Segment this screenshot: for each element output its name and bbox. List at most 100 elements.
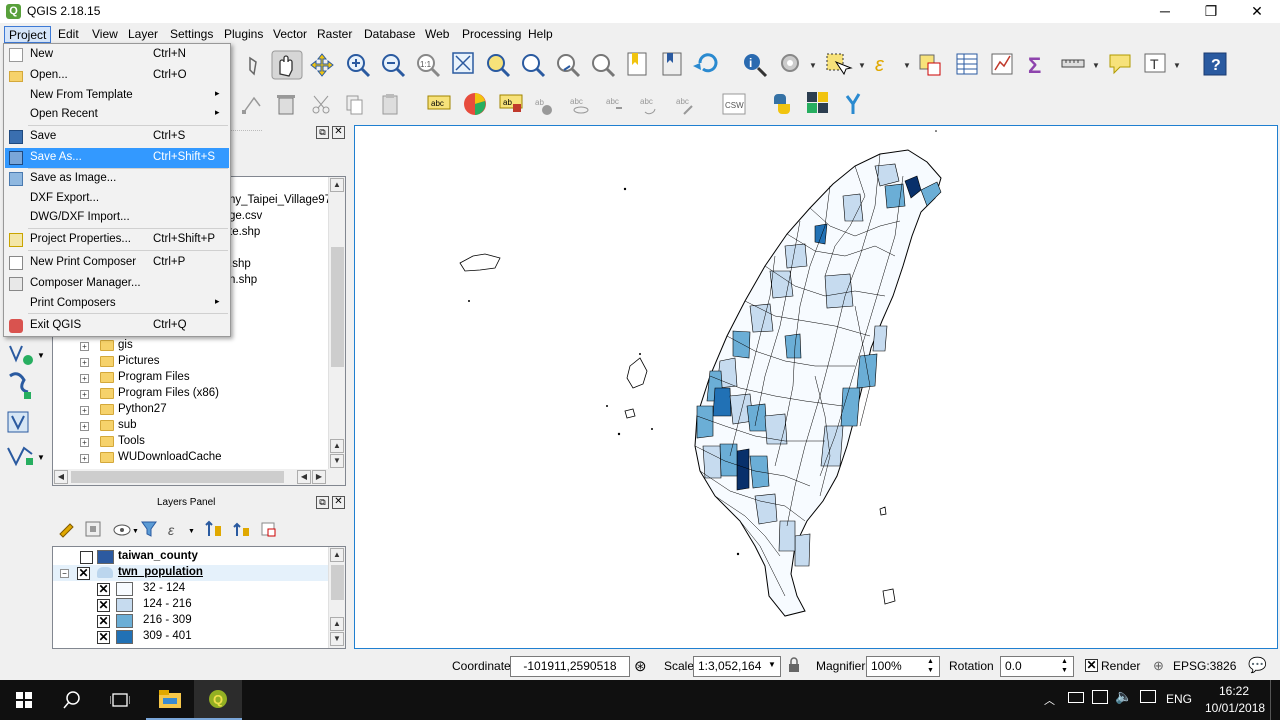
volume-icon[interactable]: 🔈 [1115,688,1132,705]
scroll-up-button[interactable]: ▲ [330,439,344,453]
class-visibility-checkbox[interactable]: ✕ [97,599,110,612]
expand-icon[interactable]: + [80,390,89,399]
legend-class-row[interactable]: ✕ 216 - 309 [53,613,328,629]
browser-file[interactable]: n.shp [229,274,257,290]
network-icon[interactable] [1092,690,1108,704]
menu-help[interactable]: Help [524,26,557,43]
float-panel-button[interactable]: ⧉ [316,496,329,509]
menu-item-save-as[interactable]: Save As... Ctrl+Shift+S [5,148,229,168]
browser-folder-row[interactable]: + gis [53,338,323,354]
float-panel-button[interactable]: ⧉ [316,126,329,139]
browser-folder-row[interactable]: + Python27 [53,402,323,418]
action-center-icon[interactable] [1140,690,1156,703]
browser-folder-row[interactable]: + Program Files [53,370,323,386]
coordinate-field[interactable]: -101911,2590518 [510,656,630,677]
layer-visibility-checkbox[interactable]: ✕ [77,567,90,580]
dropdown-arrow-icon[interactable]: ▼ [768,660,776,669]
messages-icon[interactable]: 💬 [1248,656,1267,674]
menu-raster[interactable]: Raster [313,26,356,43]
menu-processing[interactable]: Processing [458,26,525,43]
browser-folder-row[interactable]: + Tools [53,434,323,450]
menu-vector[interactable]: Vector [269,26,311,43]
crs-status[interactable]: EPSG:3826 [1173,659,1236,673]
browser-folder-row[interactable]: + Pictures [53,354,323,370]
expand-icon[interactable]: + [80,406,89,415]
menu-item-new[interactable]: New Ctrl+N [5,45,229,65]
browser-hscrollbar[interactable]: ◀ ◀ ▶ [53,469,345,485]
spin-arrows-icon[interactable]: ▲ ▼ [927,657,934,675]
menu-project[interactable]: Project [4,26,52,43]
scroll-up-button[interactable]: ▲ [330,178,344,192]
scale-combobox[interactable]: 1:3,052,164 ▼ [693,656,781,677]
collapse-icon[interactable]: − [60,569,69,578]
scroll-down-button[interactable]: ▼ [330,632,344,646]
show-desktop-button[interactable] [1270,680,1280,720]
browser-file[interactable]: .shp [229,258,251,274]
language-indicator[interactable]: ENG [1166,692,1192,706]
file-explorer-icon[interactable] [146,680,194,720]
menu-web[interactable]: Web [421,26,453,43]
menu-item-save[interactable]: Save Ctrl+S [5,127,229,147]
menu-item-open-recent[interactable]: Open Recent ▸ [5,105,229,125]
expand-icon[interactable]: + [80,358,89,367]
browser-file[interactable]: ny_Taipei_Village97.sl [229,194,343,210]
menu-layer[interactable]: Layer [124,26,162,43]
menu-edit[interactable]: Edit [54,26,83,43]
browser-folder-row[interactable]: + sub [53,418,323,434]
battery-icon[interactable] [1068,692,1084,703]
expand-icon[interactable]: + [80,342,89,351]
taiwan-choropleth-map[interactable] [355,126,1277,648]
expand-icon[interactable]: + [80,454,89,463]
qgis-taskbar-icon[interactable]: Q [194,680,242,720]
class-visibility-checkbox[interactable]: ✕ [97,631,110,644]
lock-scale-icon[interactable] [788,657,800,673]
scroll-thumb[interactable] [331,565,344,600]
menu-settings[interactable]: Settings [166,26,217,43]
scroll-down-button[interactable]: ▼ [330,454,344,468]
minimize-button[interactable]: ─ [1142,0,1188,23]
search-icon[interactable] [48,680,96,720]
class-visibility-checkbox[interactable]: ✕ [97,583,110,596]
task-view-icon[interactable] [96,680,144,720]
magnifier-spinbox[interactable]: 100% ▲ ▼ [866,656,940,677]
browser-folder-row[interactable]: + Program Files (x86) [53,386,323,402]
browser-vscrollbar[interactable]: ▲ ▲ ▼ [328,177,345,469]
menu-database[interactable]: Database [360,26,419,43]
menu-item-dxf-export[interactable]: DXF Export... [5,189,229,209]
browser-file[interactable]: te.shp [229,226,260,242]
menu-item-composer-manager[interactable]: Composer Manager... [5,274,229,294]
map-canvas[interactable] [354,125,1278,649]
show-hidden-icons[interactable]: ︿ [1044,692,1055,708]
menu-item-open[interactable]: Open... Ctrl+O [5,66,229,86]
layer-row[interactable]: taiwan_county [53,549,328,565]
browser-folder-row[interactable]: + WUDownloadCache [53,450,323,466]
scroll-up-button[interactable]: ▲ [330,548,344,562]
spin-arrows-icon[interactable]: ▲ ▼ [1061,657,1068,675]
menu-item-exit[interactable]: Exit QGIS Ctrl+Q [5,316,229,336]
menu-item-new-print-composer[interactable]: New Print Composer Ctrl+P [5,253,229,273]
layers-vscrollbar[interactable]: ▲ ▲ ▼ [328,547,345,648]
crs-globe-icon[interactable]: ⊕ [1153,658,1164,674]
menu-item-project-properties[interactable]: Project Properties... Ctrl+Shift+P [5,230,229,250]
close-panel-button[interactable]: ✕ [332,496,345,509]
toggle-extents-icon[interactable]: ⊛ [634,657,652,675]
menu-view[interactable]: View [88,26,122,43]
class-visibility-checkbox[interactable]: ✕ [97,615,110,628]
expand-icon[interactable]: + [80,438,89,447]
close-button[interactable]: ✕ [1234,0,1280,23]
scroll-thumb[interactable] [331,247,344,367]
menu-item-print-composers[interactable]: Print Composers ▸ [5,294,229,314]
taskbar-time[interactable]: 16:22 [1219,684,1249,698]
close-panel-button[interactable]: ✕ [332,126,345,139]
scroll-left-button[interactable]: ◀ [54,470,68,484]
rotation-spinbox[interactable]: 0.0 ▲ ▼ [1000,656,1074,677]
render-checkbox[interactable]: ✕ [1085,659,1098,672]
hscroll-thumb[interactable] [71,471,284,483]
browser-file[interactable]: ge.csv [229,210,262,226]
legend-class-row[interactable]: ✕ 309 - 401 [53,629,328,645]
menu-item-dwg-import[interactable]: DWG/DXF Import... [5,208,229,228]
legend-class-row[interactable]: ✕ 124 - 216 [53,597,328,613]
taskbar-date[interactable]: 10/01/2018 [1205,701,1265,715]
scroll-right-button[interactable]: ▶ [312,470,326,484]
expand-icon[interactable]: + [80,374,89,383]
